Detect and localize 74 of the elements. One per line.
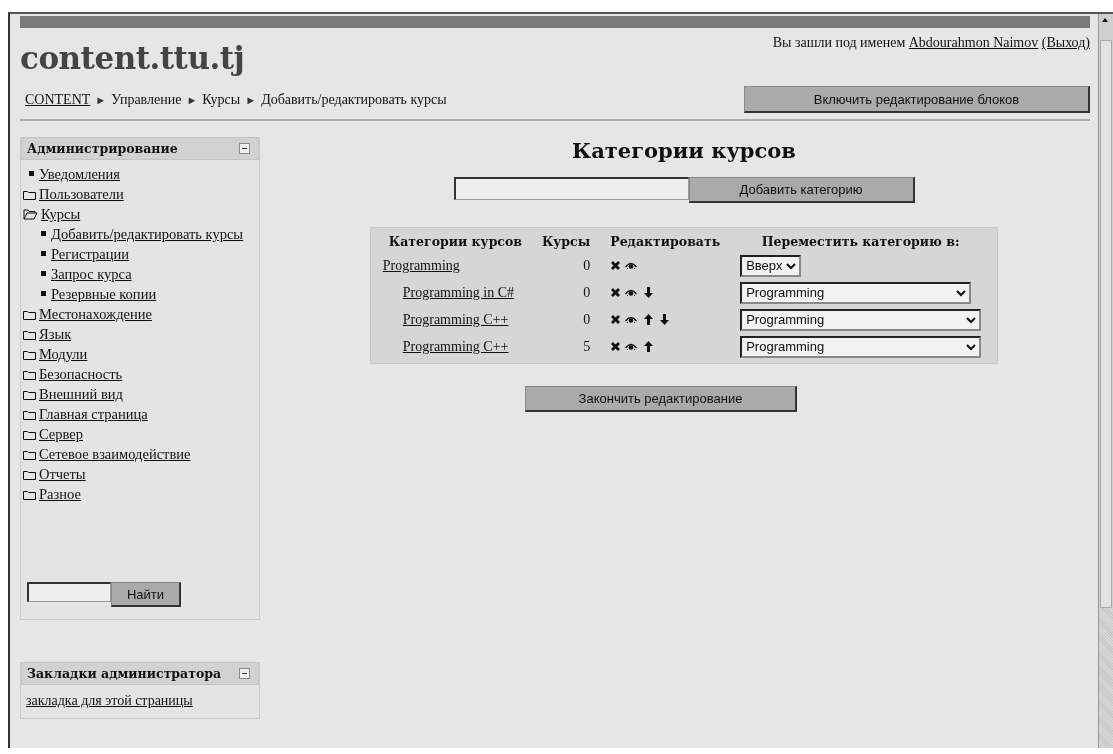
eye-icon[interactable] <box>625 315 638 324</box>
up-arrow-icon[interactable] <box>644 314 654 325</box>
category-link[interactable]: Programming C++ <box>402 338 509 354</box>
block-title: Закладки администратора <box>27 666 222 681</box>
eye-icon[interactable] <box>625 261 638 270</box>
sidebar-link[interactable]: Добавить/редактировать курсы <box>51 226 244 242</box>
course-count: 0 <box>583 257 591 273</box>
sidebar-link[interactable]: Сервер <box>39 426 83 442</box>
sidebar-link[interactable]: Язык <box>39 326 72 342</box>
search-button[interactable]: Найти <box>111 582 181 607</box>
sidebar-link[interactable]: Разное <box>39 486 81 502</box>
site-title: content.ttu.tj <box>20 40 245 76</box>
breadcrumb-separator: ► <box>245 93 257 106</box>
bullet-icon <box>41 271 46 276</box>
bullet-icon <box>41 291 46 296</box>
column-header: Курсы <box>541 233 592 251</box>
delete-icon[interactable] <box>610 314 622 325</box>
sidebar-link[interactable]: Пользователи <box>39 186 124 202</box>
sidebar-link[interactable]: Местонахождение <box>39 306 152 322</box>
page-heading: Категории курсов <box>572 138 796 163</box>
sidebar-link[interactable]: Главная страница <box>39 406 148 422</box>
add-category-button[interactable]: Добавить категорию <box>688 177 915 203</box>
collapse-icon[interactable] <box>239 668 250 679</box>
finish-editing-button[interactable]: Закончить редактирование <box>525 386 797 412</box>
sidebar-link[interactable]: Отчеты <box>39 466 86 482</box>
login-text: Вы зашли под именем <box>772 35 906 50</box>
sidebar-link[interactable]: Резервные копии <box>51 286 157 302</box>
bullet-icon <box>41 231 46 236</box>
eye-icon[interactable] <box>625 342 638 351</box>
move-category-select[interactable]: Вверх <box>740 254 802 277</box>
sidebar-link[interactable]: Безопасность <box>39 366 123 382</box>
scrollbar-thumb[interactable] <box>1100 40 1112 608</box>
move-category-select[interactable]: Programming <box>740 281 972 304</box>
down-arrow-icon[interactable] <box>660 314 670 325</box>
sidebar-link[interactable]: Курсы <box>41 206 81 222</box>
delete-icon[interactable] <box>610 341 622 352</box>
column-header: Редактировать <box>609 233 722 251</box>
category-link[interactable]: Programming in C# <box>402 284 515 300</box>
eye-icon[interactable] <box>625 288 638 297</box>
breadcrumb-link[interactable]: CONTENT <box>25 91 91 108</box>
bullet-icon <box>29 171 34 176</box>
down-arrow-icon[interactable] <box>644 287 654 298</box>
breadcrumb-item: Управление <box>111 91 182 108</box>
course-count: 0 <box>583 284 591 300</box>
breadcrumb-item: Курсы <box>202 91 241 108</box>
delete-icon[interactable] <box>610 260 622 271</box>
delete-icon[interactable] <box>610 287 622 298</box>
category-link[interactable]: Programming <box>382 257 460 273</box>
logout-link[interactable]: (Выход) <box>1041 35 1090 50</box>
breadcrumb-item: Добавить/редактировать курсы <box>261 91 447 108</box>
category-name-field[interactable] <box>453 177 689 200</box>
sidebar-link[interactable]: Внешний вид <box>39 386 123 402</box>
move-category-select[interactable]: Programming <box>740 308 982 331</box>
up-arrow-icon[interactable] <box>644 341 654 352</box>
sidebar-link[interactable]: Сетевое взаимодействие <box>39 446 191 462</box>
move-category-select[interactable]: Programming <box>740 335 982 358</box>
bookmark-link[interactable]: закладка для этой страницы <box>21 685 198 718</box>
sidebar-link[interactable]: Уведомления <box>39 166 121 182</box>
edit-blocks-button[interactable]: Включить редактирование блоков <box>744 86 1090 113</box>
block-title: Администрирование <box>27 141 178 156</box>
column-header: Категории курсов <box>387 233 523 251</box>
breadcrumb-separator: ► <box>95 93 107 106</box>
column-header: Переместить категорию в: <box>760 233 961 251</box>
course-count: 5 <box>583 338 591 354</box>
breadcrumb-separator: ► <box>186 93 198 106</box>
sidebar-link[interactable]: Запрос курса <box>51 266 132 282</box>
search-field[interactable] <box>27 582 111 602</box>
course-count: 0 <box>583 311 591 327</box>
user-name-link[interactable]: Abdourahmon Naimov <box>908 35 1039 50</box>
bullet-icon <box>41 251 46 256</box>
category-link[interactable]: Programming C++ <box>402 311 509 327</box>
sidebar-link[interactable]: Модули <box>39 346 88 362</box>
collapse-icon[interactable] <box>239 143 250 154</box>
sidebar-link[interactable]: Регистрации <box>51 246 129 262</box>
